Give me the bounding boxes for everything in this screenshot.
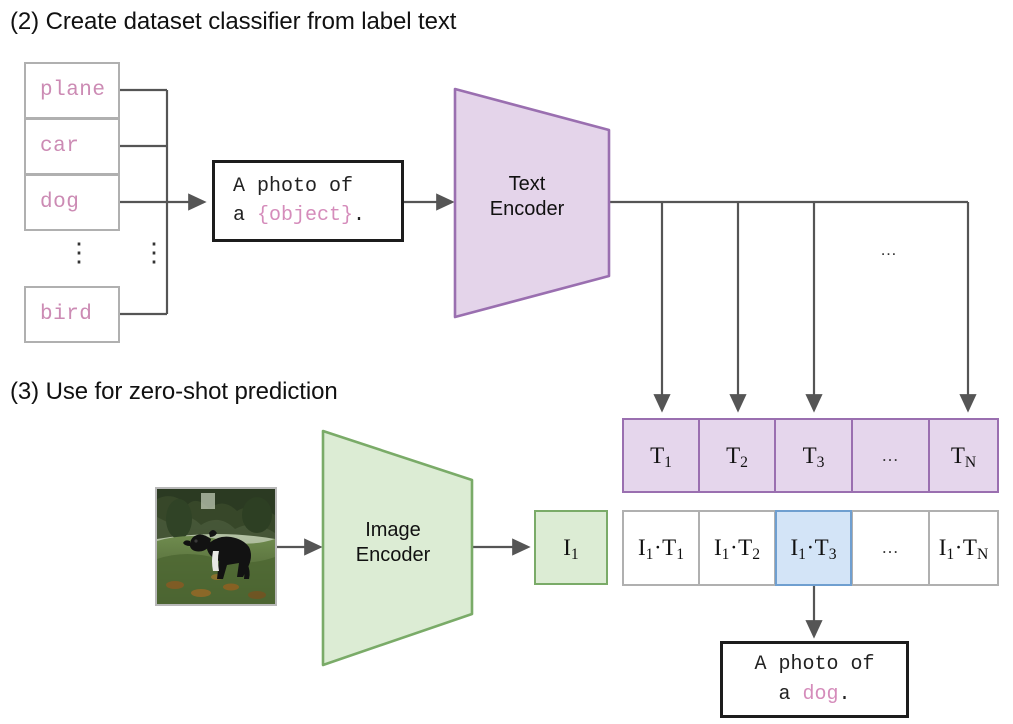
similarity-cell-3-selected[interactable]: I1·T3 (775, 510, 852, 586)
text-embedding-label-1: T1 (650, 442, 672, 471)
fanout-ellipsis: … (880, 240, 898, 259)
image-encoder-shape[interactable] (320, 428, 478, 668)
similarity-label-3: I1·T3 (790, 535, 837, 564)
label-text-bird: bird (40, 303, 93, 326)
prediction-line-1: A photo of (754, 652, 875, 676)
similarity-cell-n[interactable]: I1·TN (929, 510, 999, 586)
step-2-heading: (2) Create dataset classifier from label… (10, 8, 457, 35)
prompt-line2-prefix: a (233, 204, 258, 227)
label-box-car[interactable]: car (24, 118, 120, 175)
similarity-ellipsis: … (881, 538, 900, 557)
prediction-line2-prefix: a (778, 682, 803, 706)
prompt-line2-suffix: . (353, 204, 366, 227)
text-embedding-cell-ellipsis: … (852, 418, 929, 493)
text-embedding-ellipsis: … (881, 445, 900, 465)
similarity-label-2: I1·T2 (713, 535, 761, 564)
similarity-label-n: I1·TN (938, 535, 989, 564)
prediction-class-label: dog (802, 682, 839, 706)
label-list-ellipsis-left: ⋮ (66, 238, 92, 267)
prompt-line-2: a {object}. (233, 201, 401, 230)
label-box-dog[interactable]: dog (24, 174, 120, 231)
similarity-cell-2[interactable]: I1·T2 (699, 510, 775, 586)
image-embedding-label: I1 (563, 534, 579, 563)
step-3-heading: (3) Use for zero-shot prediction (10, 378, 338, 405)
photo-artwork (157, 489, 275, 604)
text-embedding-cell-1[interactable]: T1 (622, 418, 699, 493)
text-embedding-cell-n[interactable]: TN (929, 418, 999, 493)
prompt-line-1: A photo of (233, 175, 354, 198)
similarity-label-1: I1·T1 (637, 535, 685, 564)
text-embedding-label-2: T2 (726, 442, 748, 471)
similarity-cell-1[interactable]: I1·T1 (622, 510, 699, 586)
prediction-line2-suffix: . (838, 682, 851, 706)
label-box-bird[interactable]: bird (24, 286, 120, 343)
label-text-plane: plane (40, 79, 106, 102)
text-embedding-cell-2[interactable]: T2 (699, 418, 775, 493)
prompt-object-slot: {object} (257, 204, 354, 227)
image-embedding-box[interactable]: I1 (534, 510, 608, 585)
text-embedding-label-3: T3 (802, 442, 825, 471)
input-photo[interactable] (155, 487, 277, 606)
text-embedding-cell-3[interactable]: T3 (775, 418, 852, 493)
prompt-template-box[interactable]: A photo of a {object}. (212, 160, 404, 242)
clip-zero-shot-diagram: (2) Create dataset classifier from label… (0, 0, 1013, 724)
prediction-line-2: a dog. (778, 680, 850, 710)
prediction-output-box[interactable]: A photo of a dog. (720, 641, 909, 718)
similarity-cell-ellipsis: … (852, 510, 929, 586)
label-text-dog: dog (40, 191, 80, 214)
label-list-ellipsis-right: ⋮ (141, 238, 167, 267)
label-text-car: car (40, 135, 80, 158)
label-box-plane[interactable]: plane (24, 62, 120, 119)
text-encoder-shape[interactable] (452, 86, 614, 320)
text-embedding-label-n: TN (950, 442, 977, 471)
